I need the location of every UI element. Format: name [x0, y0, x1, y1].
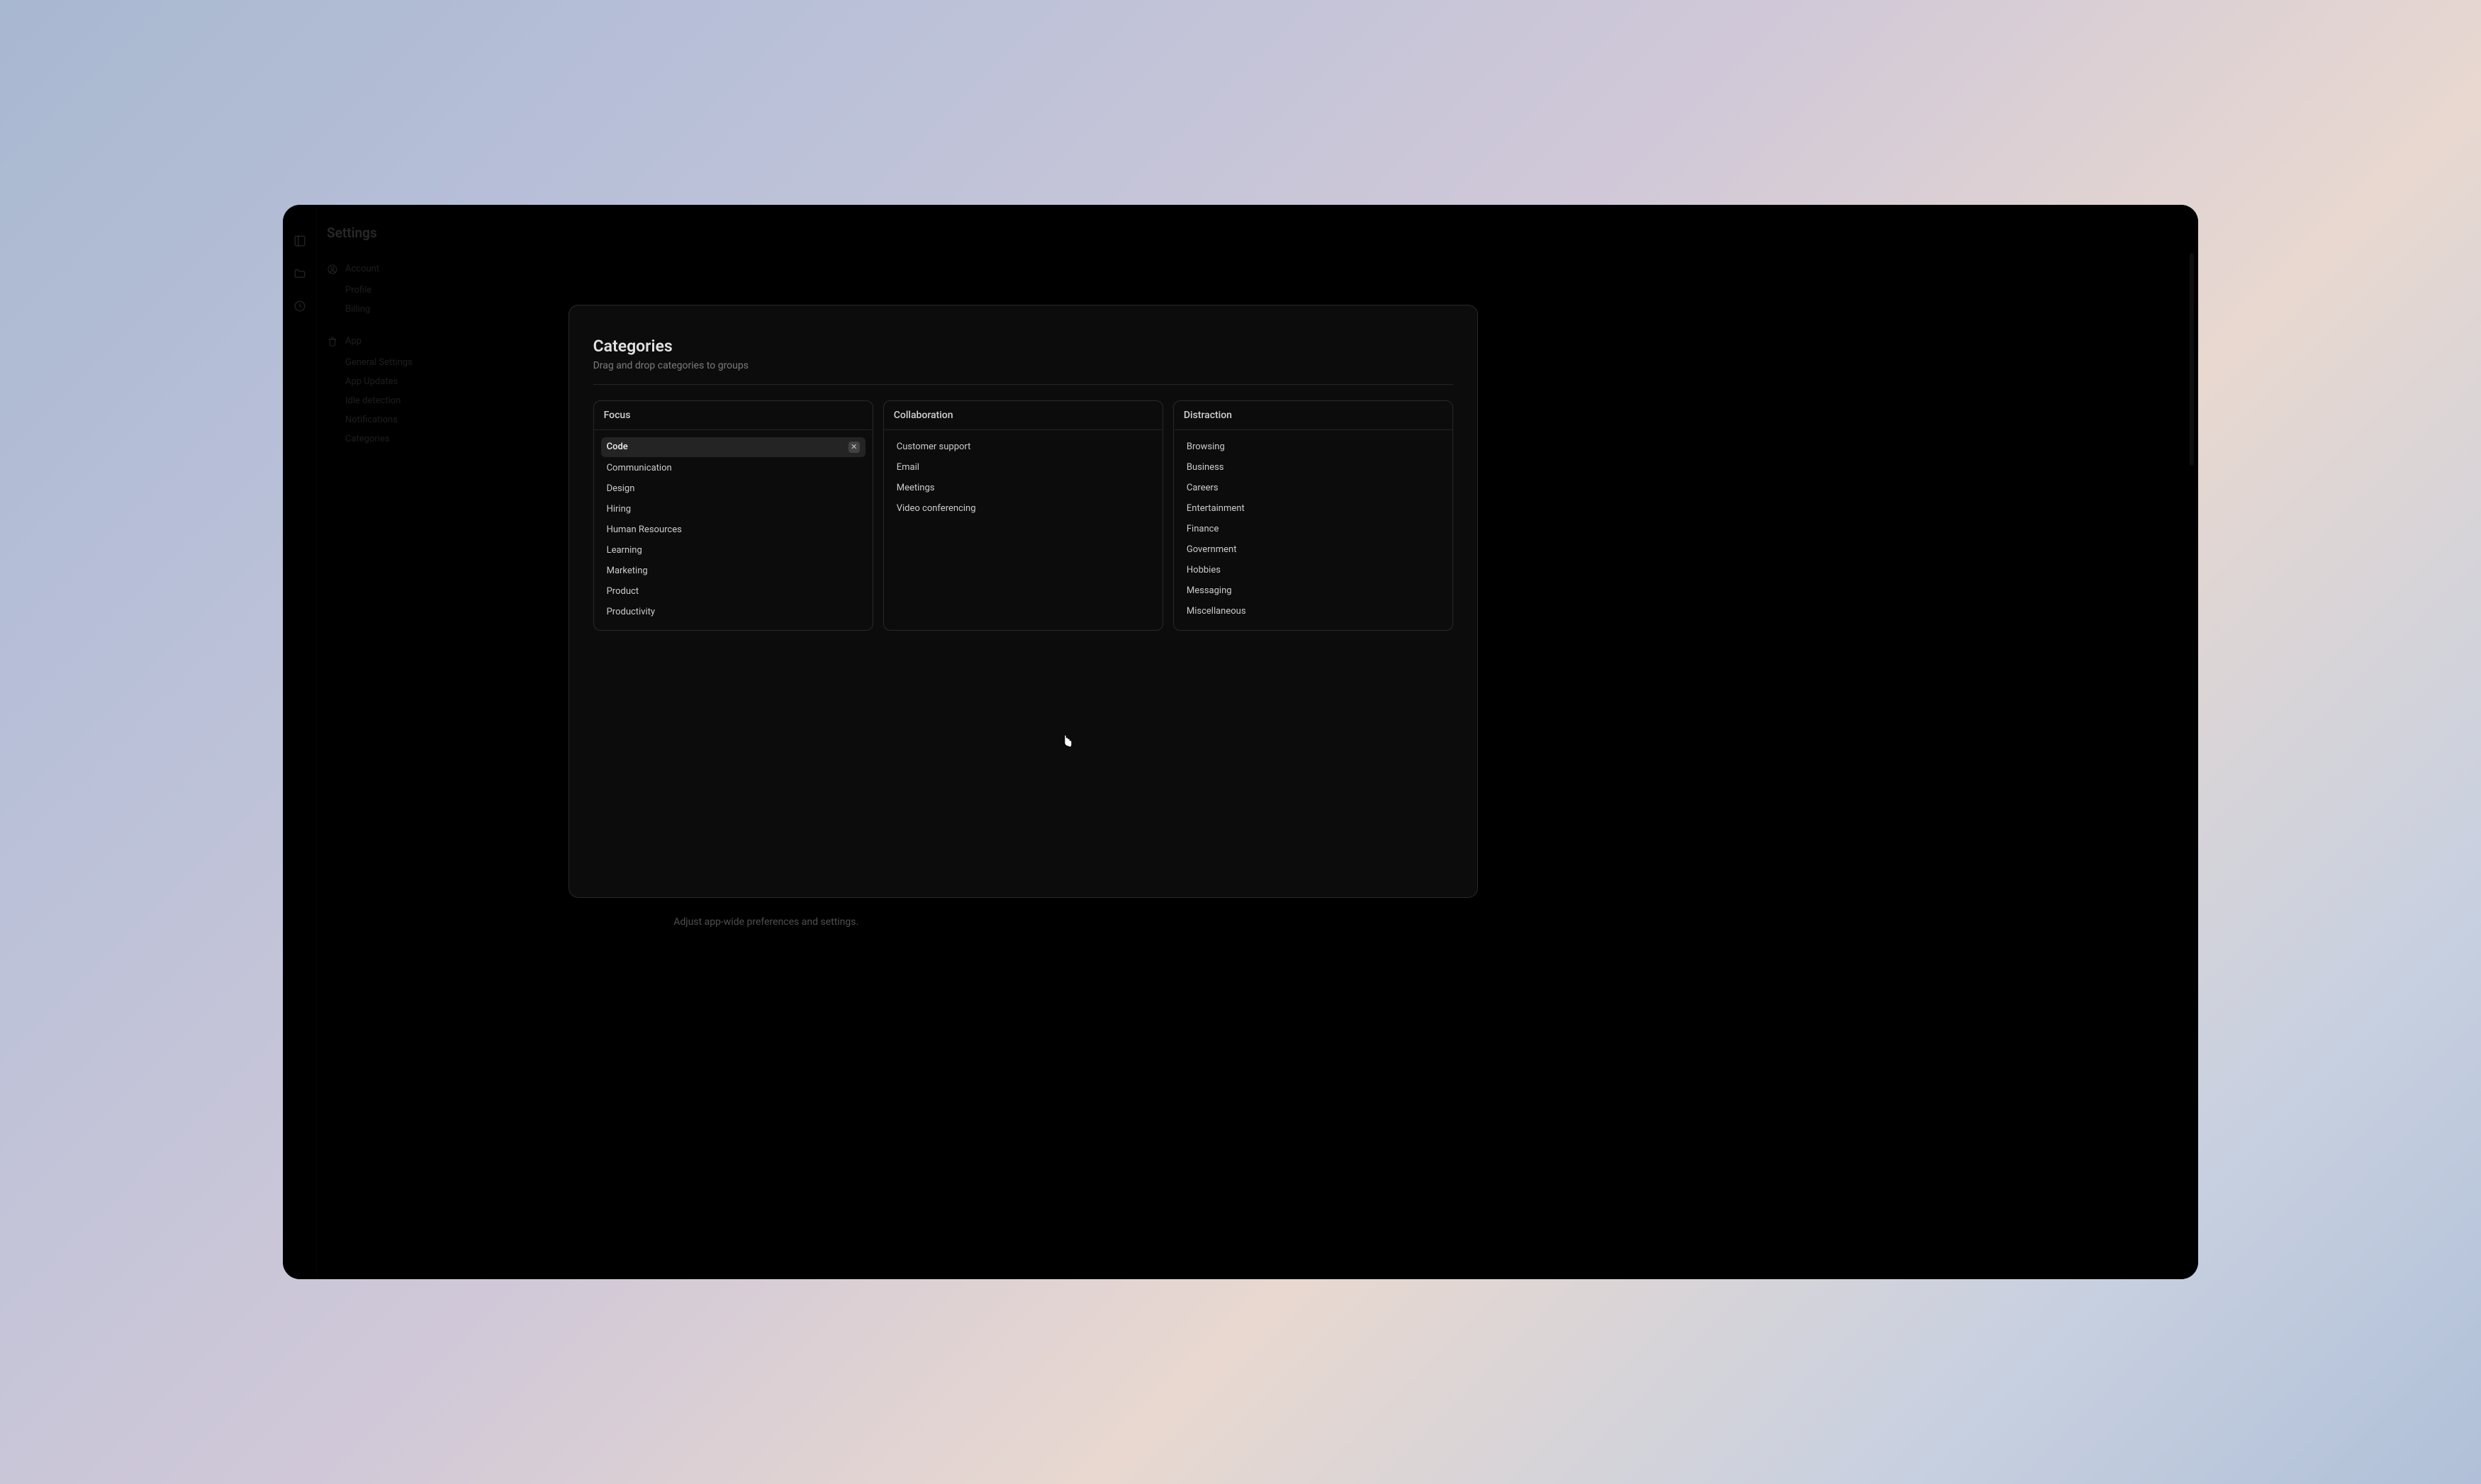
category-label: Entertainment	[1187, 503, 1245, 514]
category-item[interactable]: Productivity✕	[601, 602, 866, 622]
category-item[interactable]: Human Resources✕	[601, 520, 866, 539]
category-item[interactable]: Design✕	[601, 479, 866, 498]
category-item[interactable]: Browsing✕	[1181, 437, 1445, 456]
category-label: Code	[607, 442, 628, 452]
category-item[interactable]: Finance✕	[1181, 519, 1445, 539]
category-item[interactable]: Meetings✕	[891, 478, 1155, 498]
divider	[593, 384, 1453, 385]
category-item[interactable]: Miscellaneous✕	[1181, 602, 1445, 621]
category-item[interactable]: Marketing✕	[601, 561, 866, 580]
category-label: Miscellaneous	[1187, 606, 1246, 617]
background-helper-text: Adjust app-wide preferences and settings…	[673, 916, 858, 928]
category-label: Learning	[607, 545, 642, 556]
category-label: Product	[607, 586, 639, 597]
category-item[interactable]: Hobbies✕	[1181, 561, 1445, 580]
category-item[interactable]: Code ✕	[601, 437, 866, 457]
category-item[interactable]: Communication✕	[601, 459, 866, 478]
modal-subtitle: Drag and drop categories to groups	[593, 360, 1453, 371]
group-distraction: Distraction Browsing✕ Business✕ Careers✕…	[1173, 400, 1453, 631]
category-groups: Focus Code ✕ Communication✕ Design✕ Hiri…	[593, 400, 1453, 631]
category-label: Finance	[1187, 524, 1219, 534]
category-label: Hobbies	[1187, 565, 1221, 575]
category-label: Email	[897, 462, 919, 473]
category-label: Marketing	[607, 566, 648, 576]
categories-modal: Categories Drag and drop categories to g…	[569, 305, 1478, 898]
group-header: Collaboration	[884, 401, 1163, 430]
category-label: Browsing	[1187, 442, 1225, 452]
category-label: Government	[1187, 544, 1237, 555]
category-item[interactable]: Customer support✕	[891, 437, 1155, 456]
group-collaboration: Collaboration Customer support✕ Email✕ M…	[883, 400, 1163, 631]
category-label: Design	[607, 483, 635, 494]
category-label: Business	[1187, 462, 1224, 473]
group-body[interactable]: Browsing✕ Business✕ Careers✕ Entertainme…	[1174, 430, 1452, 629]
group-body[interactable]: Code ✕ Communication✕ Design✕ Hiring✕ Hu…	[594, 430, 873, 630]
modal-title: Categories	[593, 337, 1453, 356]
category-label: Productivity	[607, 607, 655, 617]
group-focus: Focus Code ✕ Communication✕ Design✕ Hiri…	[593, 400, 873, 631]
category-item[interactable]: Product✕	[601, 582, 866, 601]
category-item[interactable]: Business✕	[1181, 458, 1445, 477]
category-item[interactable]: Video conferencing✕	[891, 499, 1155, 518]
category-label: Careers	[1187, 483, 1219, 493]
category-item[interactable]: Messaging✕	[1181, 581, 1445, 600]
category-label: Customer support	[897, 442, 971, 452]
group-header: Distraction	[1174, 401, 1452, 430]
group-header: Focus	[594, 401, 873, 430]
category-label: Video conferencing	[897, 503, 976, 514]
category-item[interactable]: Careers✕	[1181, 478, 1445, 498]
category-item[interactable]: Hiring✕	[601, 500, 866, 519]
remove-icon[interactable]: ✕	[849, 442, 860, 453]
category-item[interactable]: Entertainment✕	[1181, 499, 1445, 518]
category-label: Meetings	[897, 483, 935, 493]
category-label: Communication	[607, 463, 672, 473]
category-label: Messaging	[1187, 585, 1232, 596]
group-body[interactable]: Customer support✕ Email✕ Meetings✕ Video…	[884, 430, 1163, 527]
category-item[interactable]: Email✕	[891, 458, 1155, 477]
category-item[interactable]: Learning✕	[601, 541, 866, 560]
app-window: Settings Account Profile Billing App Gen…	[283, 205, 2198, 1279]
category-label: Human Resources	[607, 524, 682, 535]
category-label: Hiring	[607, 504, 631, 515]
category-item[interactable]: Government✕	[1181, 540, 1445, 559]
